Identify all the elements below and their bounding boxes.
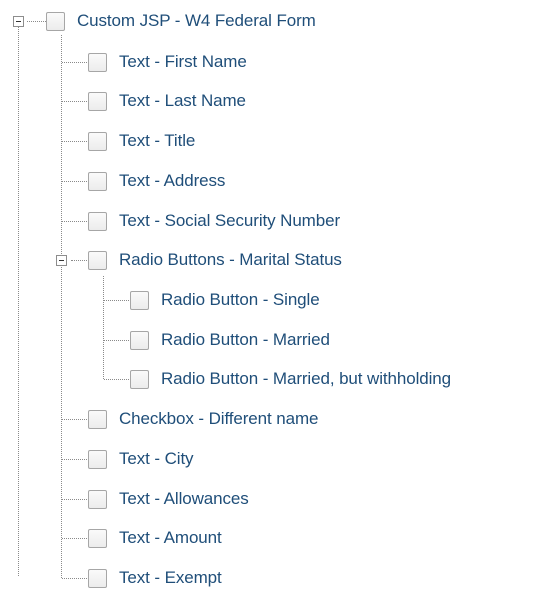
node-checkbox[interactable] — [88, 409, 107, 429]
tree-branch — [104, 300, 129, 301]
tree-branch — [62, 419, 87, 420]
tree-branch — [62, 62, 87, 63]
tree-node-root[interactable]: Custom JSP - W4 Federal Form — [46, 7, 316, 35]
node-checkbox[interactable] — [88, 528, 107, 548]
node-label: Text - Last Name — [119, 91, 246, 110]
node-label: Custom JSP - W4 Federal Form — [77, 11, 316, 30]
node-label: Text - Exempt — [119, 568, 222, 587]
tree-connector-level1 — [61, 35, 62, 578]
node-label: Checkbox - Different name — [119, 409, 319, 428]
node-label: Text - Title — [119, 131, 196, 150]
tree-branch — [62, 578, 87, 579]
tree-node[interactable]: Text - Exempt — [88, 564, 222, 592]
tree-node[interactable]: Radio Button - Married — [130, 326, 330, 354]
minus-icon — [59, 260, 64, 261]
node-checkbox[interactable] — [46, 11, 65, 31]
node-checkbox[interactable] — [88, 91, 107, 111]
tree-connector-root — [18, 26, 19, 576]
tree-node[interactable]: Text - Social Security Number — [88, 207, 340, 235]
tree-node[interactable]: Radio Button - Married, but withholding — [130, 365, 451, 393]
node-label: Radio Button - Married — [161, 330, 330, 349]
tree-branch — [27, 21, 46, 22]
tree-branch — [71, 260, 87, 261]
tree-node[interactable]: Text - Title — [88, 127, 195, 155]
node-label: Text - Amount — [119, 528, 222, 547]
tree-branch — [62, 499, 87, 500]
minus-icon — [16, 21, 21, 22]
node-label: Radio Button - Single — [161, 290, 320, 309]
node-checkbox[interactable] — [130, 290, 149, 310]
node-checkbox[interactable] — [130, 330, 149, 350]
node-label: Text - Address — [119, 171, 226, 190]
tree-node[interactable]: Checkbox - Different name — [88, 405, 319, 433]
collapse-marital-status-toggle-icon[interactable] — [56, 255, 67, 266]
node-checkbox[interactable] — [88, 171, 107, 191]
tree-node[interactable]: Radio Button - Single — [130, 286, 320, 314]
tree-branch — [62, 141, 87, 142]
tree-node[interactable]: Text - Allowances — [88, 485, 249, 513]
node-checkbox[interactable] — [88, 52, 107, 72]
node-checkbox[interactable] — [88, 568, 107, 588]
tree-branch — [62, 538, 87, 539]
node-checkbox[interactable] — [130, 369, 149, 389]
node-label: Text - Social Security Number — [119, 211, 341, 230]
node-checkbox[interactable] — [88, 449, 107, 469]
tree-node[interactable]: Text - First Name — [88, 48, 247, 76]
node-checkbox[interactable] — [88, 131, 107, 151]
tree-node[interactable]: Text - Address — [88, 167, 225, 195]
collapse-root-toggle-icon[interactable] — [13, 16, 24, 27]
tree-branch — [62, 221, 87, 222]
tree-node[interactable]: Text - City — [88, 445, 194, 473]
tree-branch — [62, 459, 87, 460]
tree-node-marital-status[interactable]: Radio Buttons - Marital Status — [88, 246, 342, 274]
node-label: Text - Allowances — [119, 489, 249, 508]
node-label: Text - First Name — [119, 52, 247, 71]
tree-branch — [62, 181, 87, 182]
node-label: Radio Button - Married, but withholding — [161, 369, 451, 388]
node-label: Text - City — [119, 449, 194, 468]
tree-branch — [62, 101, 87, 102]
tree-node[interactable]: Text - Last Name — [88, 87, 246, 115]
tree-node[interactable]: Text - Amount — [88, 524, 222, 552]
tree-connector-level2 — [103, 276, 104, 379]
form-field-tree: Custom JSP - W4 Federal Form Text - Firs… — [0, 0, 542, 599]
tree-branch — [104, 340, 129, 341]
tree-branch — [104, 379, 129, 380]
node-checkbox[interactable] — [88, 250, 107, 270]
node-checkbox[interactable] — [88, 211, 107, 231]
node-checkbox[interactable] — [88, 489, 107, 509]
node-label: Radio Buttons - Marital Status — [119, 250, 342, 269]
